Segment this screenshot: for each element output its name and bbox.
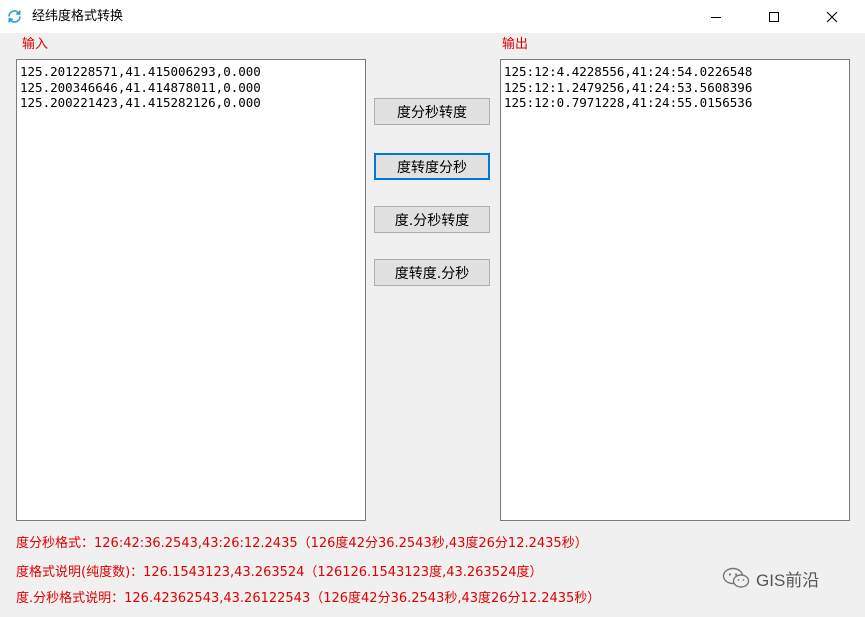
- maximize-icon: [769, 11, 779, 22]
- window-title: 经纬度格式转换: [32, 9, 124, 24]
- degree-to-dms-button[interactable]: 度转度分秒: [374, 153, 490, 180]
- wechat-icon: [722, 567, 750, 588]
- minimize-button[interactable]: [693, 0, 739, 33]
- output-label: 输出: [502, 37, 529, 52]
- maximize-button[interactable]: [751, 0, 797, 33]
- output-line: 125:12:0.7971228,41:24:55.0156536: [504, 95, 753, 110]
- output-line: 125:12:1.2479256,41:24:53.5608396: [504, 79, 753, 95]
- dms-to-degree-button[interactable]: 度分秒转度: [374, 98, 490, 125]
- input-textarea[interactable]: 125.201228571,41.415006293,0.000 125.2003…: [16, 59, 366, 521]
- input-line: 125.200221423,41.415282126,0.000: [20, 95, 261, 110]
- minimize-icon: [711, 16, 721, 18]
- output-textarea[interactable]: 125:12:4.4228556,41:24:54.0226548 125:12:…: [500, 59, 850, 521]
- input-line: 125.201228571,41.415006293,0.000: [20, 64, 261, 79]
- title-bar[interactable]: 经纬度格式转换: [0, 0, 865, 33]
- degree-format-note: 度格式说明(纯度数)：126.1543123,43.263524（126126.…: [16, 565, 543, 580]
- input-line: 125.200346646,41.414878011,0.000: [20, 79, 261, 95]
- dot-dms-format-note: 度.分秒格式说明：126.42362543,43.26122543（126度42…: [16, 591, 601, 606]
- output-line: 125:12:4.4228556,41:24:54.0226548: [504, 64, 753, 79]
- watermark: GIS前沿: [722, 566, 819, 590]
- dms-format-note: 度分秒格式：126:42:36.2543,43:26:12.2435（126度4…: [16, 536, 588, 551]
- close-button[interactable]: [809, 0, 855, 33]
- refresh-app-icon: [8, 10, 21, 23]
- dot-dms-to-degree-button[interactable]: 度.分秒转度: [374, 206, 490, 233]
- input-label: 输入: [22, 37, 49, 52]
- close-icon: [826, 11, 838, 22]
- watermark-text: GIS前沿: [756, 570, 820, 590]
- degree-to-dot-dms-button[interactable]: 度转度.分秒: [374, 259, 490, 286]
